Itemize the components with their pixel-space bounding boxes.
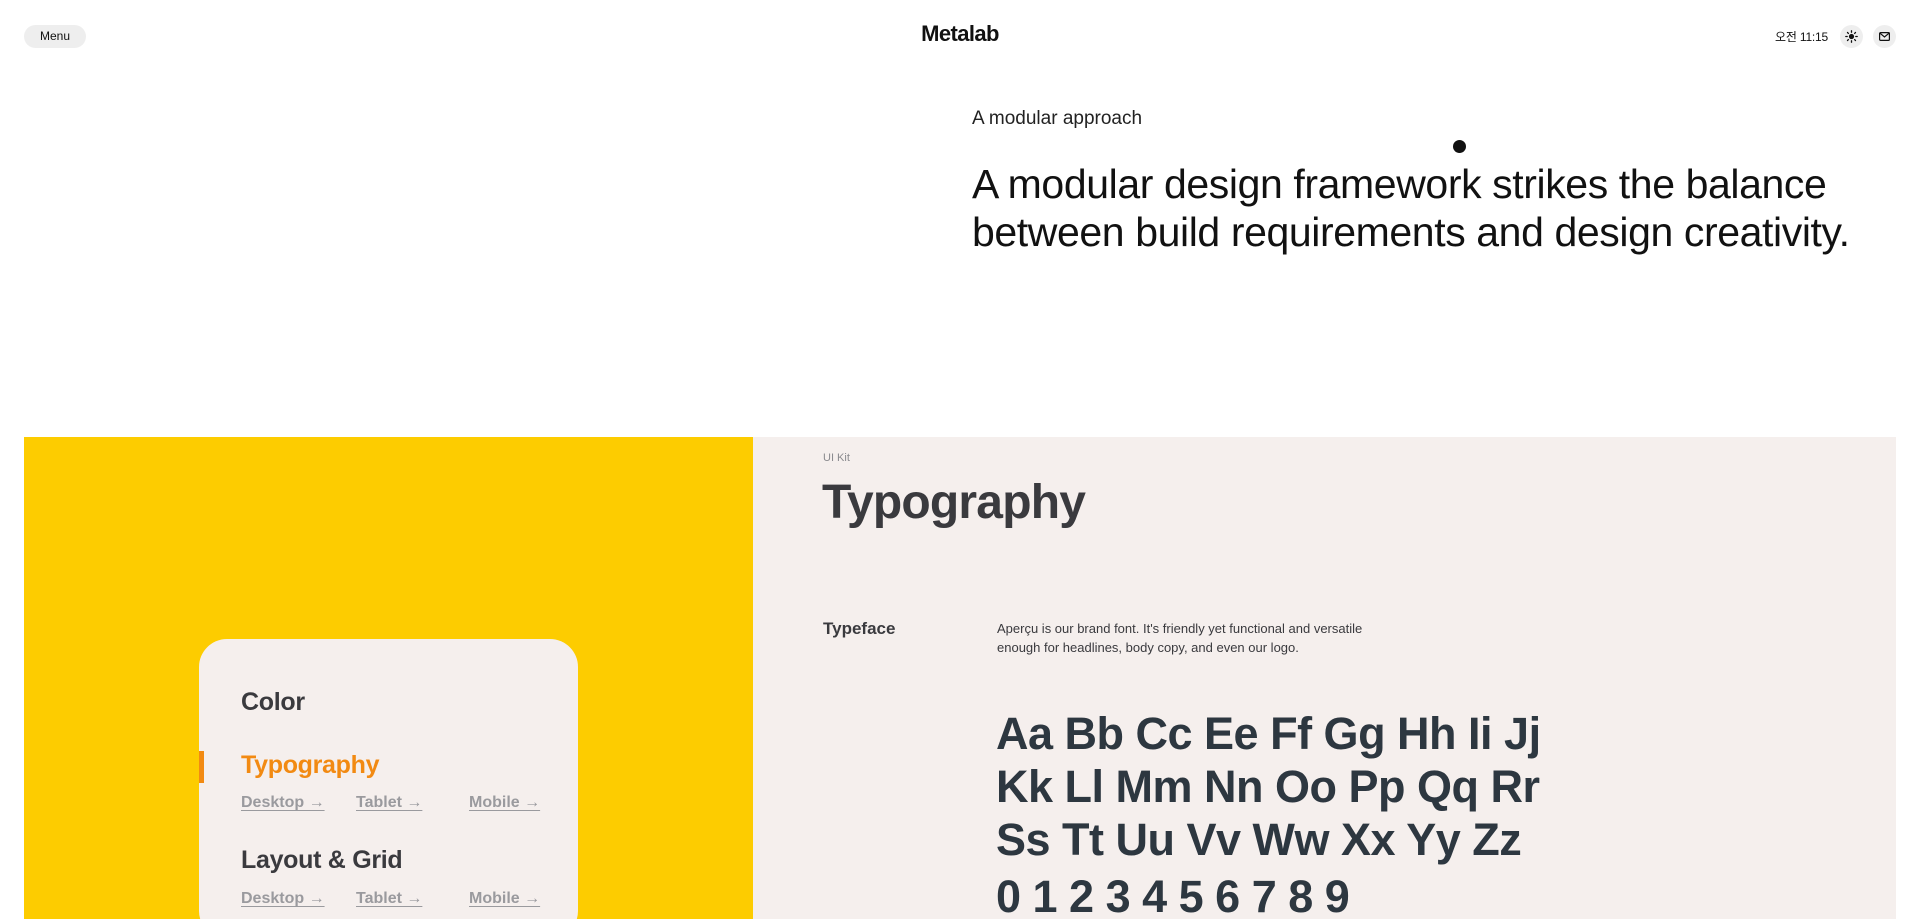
clock-time: 오전 11:15: [1775, 30, 1828, 44]
specimen-line: Aa Bb Cc Ee Ff Gg Hh Ii Jj: [996, 708, 1541, 759]
typography-desktop-link[interactable]: Desktop →: [241, 794, 325, 812]
cursor-dot: [1453, 140, 1466, 153]
nav-color[interactable]: Color: [241, 688, 305, 717]
menu-button[interactable]: Menu: [24, 25, 87, 48]
nav-typography[interactable]: Typography: [241, 751, 380, 780]
contact-button[interactable]: [1873, 25, 1896, 48]
layout-mobile-link[interactable]: Mobile →: [469, 890, 540, 908]
page-title: Typography: [822, 476, 1086, 529]
nav-layout-grid[interactable]: Layout & Grid: [241, 846, 403, 875]
header-controls: 오전 11:15: [1775, 25, 1896, 48]
section-eyebrow: A modular approach: [972, 108, 1143, 129]
typeface-description: Aperçu is our brand font. It's friendly …: [997, 621, 1363, 655]
theme-toggle-button[interactable]: [1840, 25, 1863, 48]
mail-icon: [1879, 32, 1890, 41]
layout-tablet-link[interactable]: Tablet →: [356, 890, 422, 908]
sun-icon: [1845, 30, 1858, 43]
page: Menu Metalab 오전 11:15 A modular approach…: [0, 0, 1920, 919]
specimen-line: Ss Tt Uu Vv Ww Xx Yy Zz: [996, 814, 1522, 865]
typography-mobile-link[interactable]: Mobile →: [469, 794, 540, 812]
intro-headline: A modular design framework strikes the b…: [972, 161, 1850, 255]
ui-kit-panel: UI Kit Typography Typeface Aperçu is our…: [753, 437, 1896, 919]
typeface-label: Typeface: [823, 619, 896, 638]
logo-wrapper: Metalab: [0, 21, 1920, 47]
typography-tablet-link[interactable]: Tablet →: [356, 794, 422, 812]
nav-card: Color Typography Desktop → Tablet → Mobi…: [199, 639, 578, 919]
breadcrumb: UI Kit: [823, 452, 850, 464]
active-indicator: [199, 751, 204, 783]
type-specimen: Aa Bb Cc Ee Ff Gg Hh Ii Jj Kk Ll Mm Nn O…: [996, 707, 1636, 919]
specimen-line: Kk Ll Mm Nn Oo Pp Qq Rr: [996, 761, 1540, 812]
layout-desktop-link[interactable]: Desktop →: [241, 890, 325, 908]
logo[interactable]: Metalab: [921, 21, 999, 46]
specimen-numerals: 0 1 2 3 4 5 6 7 8 9: [996, 871, 1350, 919]
